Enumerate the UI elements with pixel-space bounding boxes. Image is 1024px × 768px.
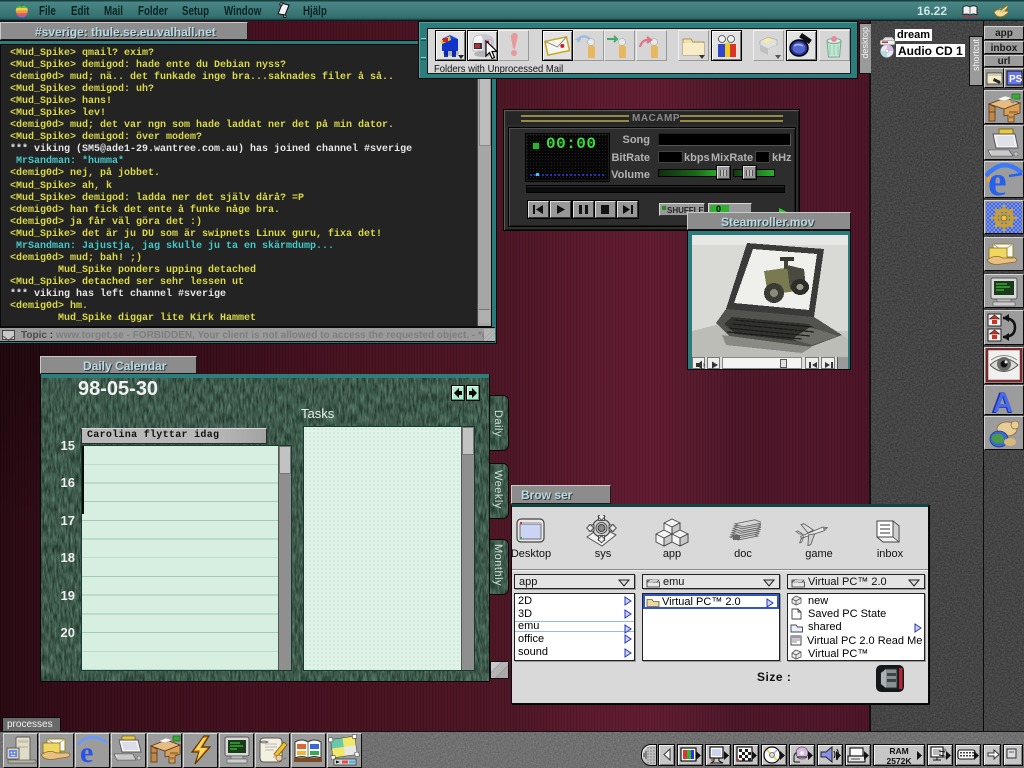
svg-text:PS: PS (1009, 74, 1023, 85)
svg-text:A: A (993, 387, 1013, 414)
